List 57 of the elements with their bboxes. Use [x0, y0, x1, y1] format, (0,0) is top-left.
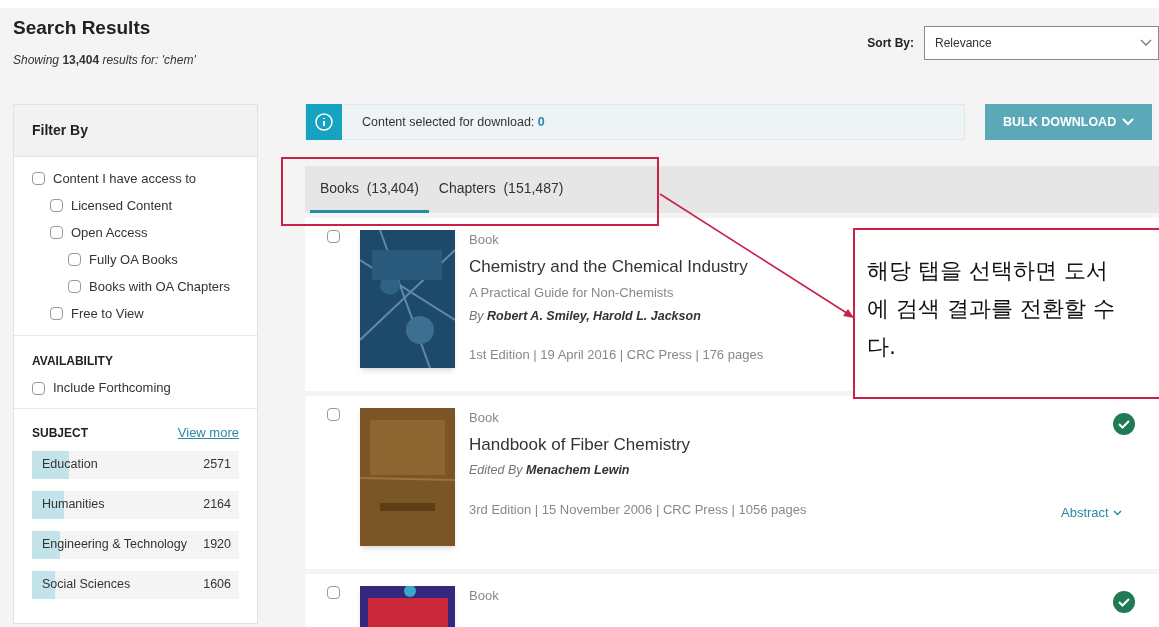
subject-filter[interactable]: Engineering & Technology 1920 [32, 530, 239, 559]
chevron-down-icon [1112, 509, 1122, 516]
result-title[interactable]: Chemistry and the Chemical Industry [469, 253, 764, 279]
abstract-link[interactable]: Abstract [1061, 503, 1122, 523]
result-type: Book [469, 587, 499, 605]
subject-count: 2571 [203, 456, 231, 474]
checkbox[interactable] [327, 408, 340, 421]
subject-filter[interactable]: Humanities 2164 [32, 490, 239, 519]
section-heading: AVAILABILITY [32, 353, 114, 370]
callout-text: 에 검색 결과를 전환할 수 [867, 295, 1116, 323]
subject-name: Engineering & Technology [42, 536, 187, 554]
checkbox[interactable] [68, 253, 81, 266]
result-details: 1st Edition | 19 April 2016 | CRC Press | 176 pages [469, 346, 764, 365]
view-more-link[interactable]: View more [177, 423, 239, 443]
results-summary: Showing 13,404 results for: 'chem' [13, 51, 196, 69]
filter-label: Licensed Content [71, 196, 173, 215]
checkbox[interactable] [32, 172, 45, 185]
result-type: Book [469, 409, 500, 427]
filter-label: Fully OA Books [89, 250, 178, 269]
subject-name: Education [42, 456, 98, 474]
subject-filter[interactable]: Social Sciences 1606 [32, 570, 239, 599]
result-subtitle: A Practical Guide for Non-Chemists [469, 284, 675, 302]
subject-filter[interactable]: Education 2571 [32, 450, 239, 479]
subject-name: Social Sciences [42, 576, 131, 594]
subject-name: Humanities [42, 496, 105, 514]
checkbox[interactable] [327, 586, 340, 599]
checkbox[interactable] [68, 280, 81, 293]
checkbox[interactable] [32, 381, 45, 395]
result-title[interactable]: Handbook of Fiber Chemistry [469, 431, 807, 457]
filter-label: Content I have access to [53, 169, 197, 188]
subject-count: 1606 [203, 576, 231, 594]
checkbox[interactable] [327, 230, 340, 243]
sort-label: Sort By: [867, 35, 914, 52]
filter-label: Books with OA Chapters [89, 277, 230, 296]
subject-count: 1920 [203, 536, 231, 554]
result-authors: Edited By Menachem Lewin [469, 462, 631, 479]
tab[interactable]: Books (13,404) [310, 166, 429, 213]
result-details: 3rd Edition | 15 November 2006 | CRC Press | 1056 pages [469, 500, 807, 519]
result-authors: By Robert A. Smiley, Harold L. Jackson [469, 307, 702, 325]
result-type: Book [469, 231, 500, 249]
page-title: Search Results [13, 16, 152, 40]
info-icon [314, 112, 334, 132]
tab[interactable]: Chapters (151,487) [428, 166, 574, 213]
checkbox[interactable] [50, 199, 63, 212]
filter-label: Free to View [71, 304, 144, 323]
filter-label: Open Access [71, 223, 148, 242]
callout-text: 다. [867, 333, 897, 361]
sort-select[interactable]: Relevance [924, 26, 1159, 60]
callout-text: 해당 탭을 선택하면 도서 [867, 257, 1109, 285]
download-status: Content selected for download: 0 [362, 113, 545, 131]
checkbox[interactable] [50, 307, 63, 320]
subject-count: 2164 [203, 496, 231, 514]
filter-label: Include Forthcoming [53, 379, 171, 398]
section-heading: SUBJECT [32, 424, 88, 442]
chevron-down-icon [1140, 39, 1152, 47]
checkbox[interactable] [50, 226, 63, 239]
chevron-down-icon [1122, 118, 1135, 126]
